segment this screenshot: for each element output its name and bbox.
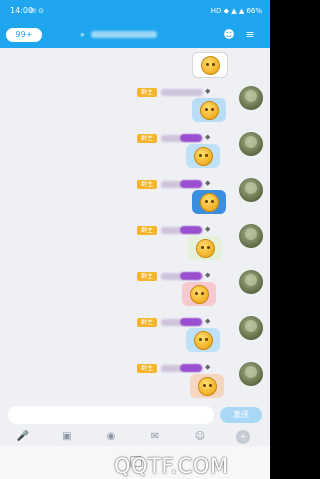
role-badge: 群主 xyxy=(137,364,157,373)
member-icon: ◆ xyxy=(205,179,211,187)
input-row: 发送 xyxy=(0,404,270,428)
sticker-message[interactable] xyxy=(192,52,228,78)
role-badge: 群主 xyxy=(137,88,157,97)
title-tag xyxy=(180,364,202,372)
message-row: 群主 ◆ xyxy=(0,86,270,130)
chat-header: 99+ » ☻ ≡ xyxy=(0,22,270,48)
title-tag xyxy=(180,272,202,280)
back-button[interactable]: 99+ xyxy=(6,28,42,42)
blurred-group-name xyxy=(91,31,158,38)
notification-icons: ✉ ⊙ xyxy=(30,7,44,15)
status-bar: 14:00 ✉ ⊙ HD ◆ ▲ ▲ 66% xyxy=(0,0,270,22)
avatar[interactable] xyxy=(239,362,263,386)
avatar[interactable] xyxy=(239,132,263,156)
camera-icon[interactable]: ◉ xyxy=(104,430,118,444)
message-row: 群主 ◆ xyxy=(0,316,270,360)
chat-toolbar: 🎤 ▣ ◉ ✉ ☺ + xyxy=(0,428,270,446)
message-input[interactable] xyxy=(8,406,214,424)
title-tag xyxy=(180,226,202,234)
emoji-face-icon xyxy=(201,56,220,75)
title-tag xyxy=(180,180,202,188)
message-row: 群主 ◆ xyxy=(0,178,270,222)
avatar[interactable] xyxy=(239,86,263,110)
unread-count: 99+ xyxy=(15,30,33,39)
sticker-message[interactable] xyxy=(186,144,220,168)
sticker-message[interactable] xyxy=(192,190,226,214)
member-icon: ◆ xyxy=(205,317,211,325)
message-list: 群主 ◆ 群主 ◆ 群主 ◆ 群主 ◆ 群主 ◆ 群主 ◆ 群主 ◆ xyxy=(0,48,270,404)
avatar[interactable] xyxy=(239,270,263,294)
member-icon: ◆ xyxy=(205,363,211,371)
role-badge: 群主 xyxy=(137,272,157,281)
member-icon: ◆ xyxy=(205,225,211,233)
message-row: 群主 ◆ xyxy=(0,132,270,176)
emoji-face-icon xyxy=(198,377,217,396)
avatar[interactable] xyxy=(239,316,263,340)
chevron-icon: » xyxy=(80,30,85,39)
member-icon: ◆ xyxy=(205,87,211,95)
role-badge: 群主 xyxy=(137,226,157,235)
emoji-face-icon xyxy=(200,193,219,212)
message-row: 群主 ◆ xyxy=(0,362,270,406)
chat-title: » xyxy=(80,28,158,42)
sticker-message[interactable] xyxy=(188,236,222,260)
sticker-message[interactable] xyxy=(190,374,224,398)
sticker-message[interactable] xyxy=(186,328,220,352)
chat-screen: 14:00 ✉ ⊙ HD ◆ ▲ ▲ 66% 99+ » ☻ ≡ 群主 ◆ 群主 ◆ 群… xyxy=(0,0,270,479)
emoji-face-icon xyxy=(194,147,213,166)
sticker-message[interactable] xyxy=(182,282,216,306)
role-badge: 群主 xyxy=(137,134,157,143)
sticker-message[interactable] xyxy=(192,98,226,122)
message-row: 群主 ◆ xyxy=(0,270,270,314)
red-packet-icon[interactable]: ✉ xyxy=(148,430,162,444)
watermark: QQTF.COM xyxy=(114,454,229,478)
plus-icon[interactable]: + xyxy=(236,430,250,444)
role-badge: 群主 xyxy=(137,318,157,327)
emoji-face-icon xyxy=(190,285,209,304)
profile-icon[interactable]: ☻ xyxy=(222,28,236,42)
emoji-face-icon xyxy=(194,331,213,350)
signal-battery-icons: HD ◆ ▲ ▲ 66% xyxy=(210,7,262,15)
emoji-face-icon xyxy=(200,101,219,120)
message-row: 群主 ◆ xyxy=(0,224,270,268)
emoji-icon[interactable]: ☺ xyxy=(193,430,207,444)
menu-icon[interactable]: ≡ xyxy=(243,28,257,42)
voice-icon[interactable]: 🎤 xyxy=(16,430,30,444)
avatar[interactable] xyxy=(239,224,263,248)
title-tag xyxy=(180,134,202,142)
avatar[interactable] xyxy=(239,178,263,202)
blurred-nickname xyxy=(161,89,203,96)
member-icon: ◆ xyxy=(205,271,211,279)
send-button[interactable]: 发送 xyxy=(220,407,262,423)
image-icon[interactable]: ▣ xyxy=(60,430,74,444)
role-badge: 群主 xyxy=(137,180,157,189)
title-tag xyxy=(180,318,202,326)
emoji-face-icon xyxy=(196,239,215,258)
member-icon: ◆ xyxy=(205,133,211,141)
